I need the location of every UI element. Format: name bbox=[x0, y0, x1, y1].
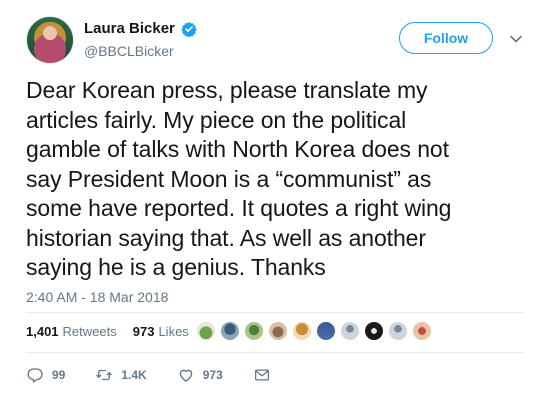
retweet-button[interactable]: 1.4K bbox=[95, 366, 147, 384]
liker-avatar[interactable] bbox=[196, 321, 216, 341]
display-name[interactable]: Laura Bicker bbox=[84, 20, 175, 38]
tweet-card: Laura Bicker @BBCLBicker Follow Dear Kor… bbox=[0, 0, 550, 402]
like-count: 973 bbox=[202, 368, 223, 382]
chevron-down-icon[interactable] bbox=[509, 34, 523, 44]
verified-badge-icon bbox=[181, 22, 197, 37]
user-handle[interactable]: @BBCLBicker bbox=[84, 42, 197, 60]
liker-avatar[interactable] bbox=[220, 321, 240, 341]
heart-icon bbox=[179, 369, 193, 382]
liker-avatar[interactable] bbox=[244, 321, 264, 341]
direct-message-button[interactable] bbox=[253, 366, 271, 384]
likes-count: 973 bbox=[132, 324, 155, 339]
retweet-icon bbox=[96, 369, 113, 381]
liker-avatars bbox=[196, 321, 432, 341]
reply-count: 99 bbox=[52, 368, 66, 382]
liker-avatar[interactable] bbox=[268, 321, 288, 341]
retweet-count: 1.4K bbox=[121, 368, 147, 382]
retweets-stat[interactable]: 1,401 Retweets bbox=[26, 322, 117, 342]
tweet-actions: 99 1.4K 973 bbox=[26, 364, 301, 386]
likes-label: Likes bbox=[158, 324, 189, 339]
liker-avatar[interactable] bbox=[412, 321, 432, 341]
avatar[interactable] bbox=[26, 16, 74, 64]
likes-stat[interactable]: 973 Likes bbox=[133, 322, 189, 342]
liker-avatar[interactable] bbox=[340, 321, 360, 341]
user-info: Laura Bicker @BBCLBicker bbox=[84, 20, 197, 60]
follow-button[interactable]: Follow bbox=[399, 22, 493, 54]
display-name-row: Laura Bicker bbox=[84, 20, 197, 38]
retweets-label: Retweets bbox=[62, 324, 117, 339]
reply-icon bbox=[27, 368, 43, 383]
like-button[interactable]: 973 bbox=[177, 366, 223, 384]
divider bbox=[26, 312, 524, 313]
divider bbox=[26, 352, 524, 353]
tweet-timestamp[interactable]: 2:40 AM - 18 Mar 2018 bbox=[26, 288, 168, 306]
liker-avatar[interactable] bbox=[388, 321, 408, 341]
tweet-stats: 1,401 Retweets 973 Likes bbox=[26, 322, 189, 342]
envelope-icon bbox=[254, 369, 269, 381]
retweets-count: 1,401 bbox=[26, 324, 59, 339]
liker-avatar[interactable] bbox=[364, 321, 384, 341]
liker-avatar[interactable] bbox=[316, 321, 336, 341]
liker-avatar[interactable] bbox=[292, 321, 312, 341]
reply-button[interactable]: 99 bbox=[26, 366, 65, 384]
tweet-text: Dear Korean press, please translate my a… bbox=[26, 77, 452, 280]
